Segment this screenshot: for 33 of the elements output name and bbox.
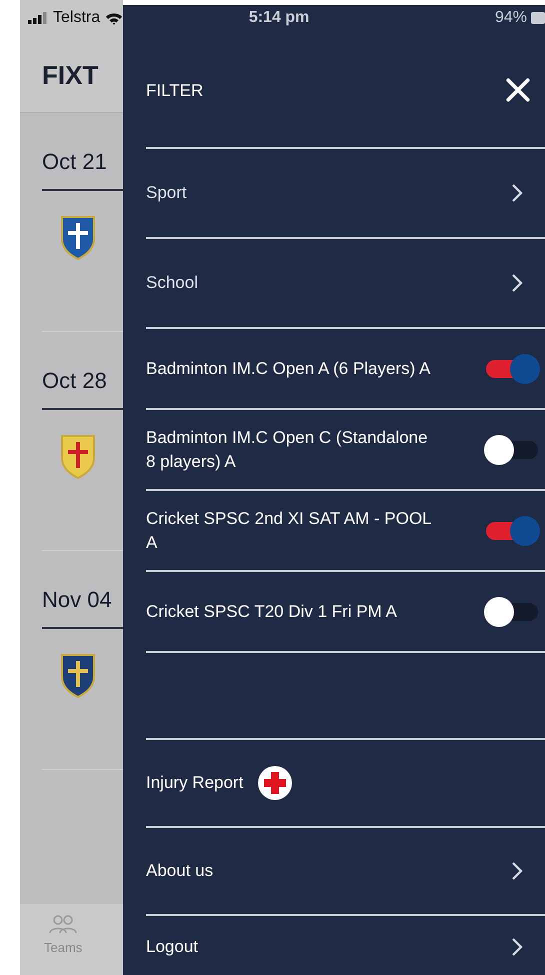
- filter-label: Cricket SPSC 2nd XI SAT AM - POOL A: [146, 508, 432, 554]
- filter-label: Badminton IM.C Open C (Standalone 8 players) A: [146, 426, 429, 472]
- shield-icon: [58, 651, 98, 699]
- filter-label: Cricket SPSC T20 Div 1 Fri PM A: [146, 600, 397, 623]
- chevron-icon[interactable]: [511, 183, 523, 203]
- menu-item[interactable]: Logout: [146, 935, 198, 959]
- page-title: FIXT: [42, 60, 98, 90]
- menu-item[interactable]: Injury Report: [146, 771, 244, 795]
- fixture-date: Oct 21: [42, 149, 107, 175]
- drawer-title: FILTER: [146, 81, 204, 101]
- shield-icon: [58, 432, 98, 480]
- toggle-switch[interactable]: [484, 434, 540, 466]
- filter-label[interactable]: Sport: [146, 181, 187, 205]
- toggle-switch[interactable]: [484, 514, 540, 546]
- battery-icon: [531, 12, 545, 24]
- fixture-date: Oct 28: [42, 368, 107, 394]
- shield-icon: [58, 213, 98, 261]
- chevron-icon[interactable]: [511, 861, 523, 881]
- toggle-switch[interactable]: [484, 352, 540, 384]
- menu-item[interactable]: About us: [146, 859, 214, 883]
- wifi-icon: [105, 12, 124, 24]
- fixture-date: Nov 04: [42, 587, 112, 613]
- toggle-switch[interactable]: [484, 596, 540, 628]
- close-icon[interactable]: [505, 77, 531, 103]
- filter-label[interactable]: School: [146, 271, 198, 295]
- chevron-icon[interactable]: [511, 937, 523, 957]
- first-aid-icon: [257, 765, 294, 801]
- battery-percent: 94%: [494, 9, 527, 27]
- chevron-icon[interactable]: [511, 273, 523, 293]
- status-time: 5:14 pm: [248, 9, 310, 27]
- filter-label: Badminton IM.C Open A (6 Players) A: [146, 358, 430, 380]
- signal-icon: [28, 12, 48, 24]
- carrier-name: Telstra: [53, 9, 100, 27]
